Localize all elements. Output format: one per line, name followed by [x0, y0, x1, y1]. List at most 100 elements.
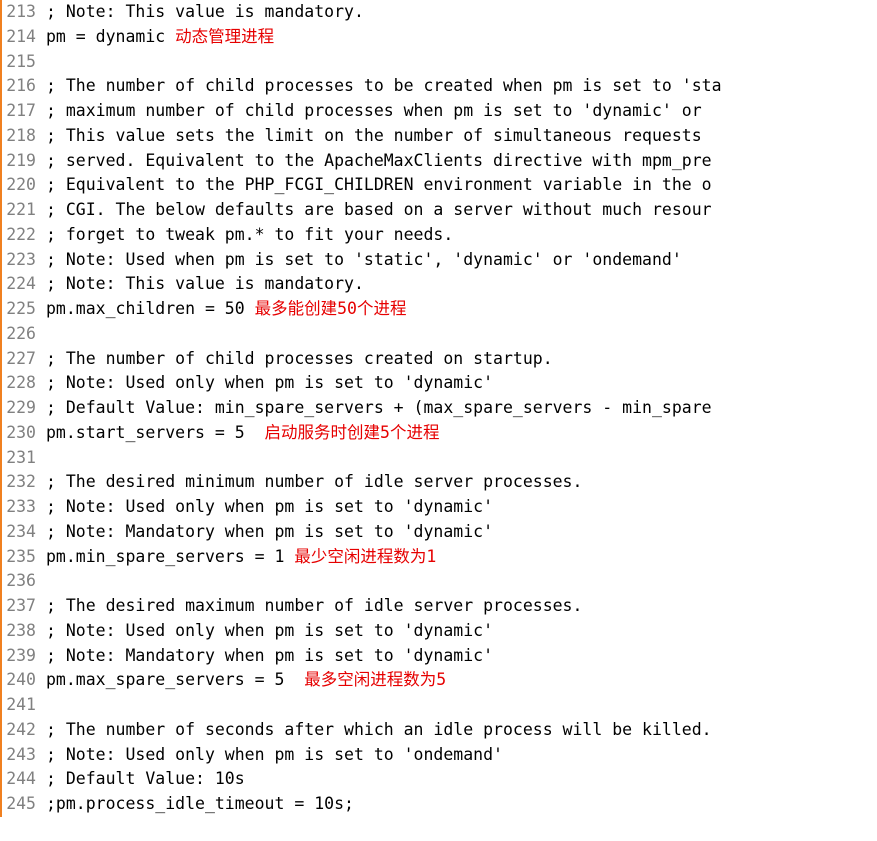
line-number: 224	[4, 272, 46, 297]
code-text: ; Note: Used only when pm is set to 'dyn…	[46, 621, 493, 640]
line-number: 215	[4, 50, 46, 75]
code-block: 213; Note: This value is mandatory.214pm…	[0, 0, 877, 817]
line-number: 243	[4, 743, 46, 768]
line-content: ; maximum number of child processes when…	[46, 99, 722, 124]
line-number: 221	[4, 198, 46, 223]
code-line: 234; Note: Mandatory when pm is set to '…	[4, 520, 722, 545]
line-content: ; The desired minimum number of idle ser…	[46, 470, 722, 495]
line-number: 220	[4, 173, 46, 198]
line-content: ; Note: Mandatory when pm is set to 'dyn…	[46, 644, 722, 669]
line-content: ; This value sets the limit on the numbe…	[46, 124, 722, 149]
line-number: 233	[4, 495, 46, 520]
code-text: ; Note: Mandatory when pm is set to 'dyn…	[46, 522, 493, 541]
code-line: 224; Note: This value is mandatory.	[4, 272, 722, 297]
line-number: 232	[4, 470, 46, 495]
code-text: ;pm.process_idle_timeout = 10s;	[46, 794, 354, 813]
line-number: 242	[4, 718, 46, 743]
line-number: 217	[4, 99, 46, 124]
line-number: 214	[4, 25, 46, 50]
code-line: 244; Default Value: 10s	[4, 767, 722, 792]
code-text: ; The desired minimum number of idle ser…	[46, 472, 582, 491]
line-content: ; Note: Mandatory when pm is set to 'dyn…	[46, 520, 722, 545]
code-line: 225pm.max_children = 50 最多能创建50个进程	[4, 297, 722, 322]
code-line: 237; The desired maximum number of idle …	[4, 594, 722, 619]
annotation: 最少空闲进程数为1	[294, 547, 436, 566]
line-number: 234	[4, 520, 46, 545]
code-text: pm.max_children = 50	[46, 299, 255, 318]
line-content: pm.max_children = 50 最多能创建50个进程	[46, 297, 722, 322]
line-content: ; Default Value: 10s	[46, 767, 722, 792]
code-text: ; Note: Used when pm is set to 'static',…	[46, 250, 682, 269]
annotation: 启动服务时创建5个进程	[265, 423, 440, 442]
code-line: 214pm = dynamic 动态管理进程	[4, 25, 722, 50]
line-content	[46, 693, 722, 718]
code-line: 215	[4, 50, 722, 75]
line-number: 227	[4, 347, 46, 372]
code-text: pm.start_servers = 5	[46, 423, 265, 442]
line-content: ; Note: Used when pm is set to 'static',…	[46, 248, 722, 273]
line-number: 226	[4, 322, 46, 347]
code-line: 240pm.max_spare_servers = 5 最多空闲进程数为5	[4, 668, 722, 693]
code-text: ; Default Value: min_spare_servers + (ma…	[46, 398, 712, 417]
code-text: ; The number of child processes created …	[46, 349, 553, 368]
code-line: 239; Note: Mandatory when pm is set to '…	[4, 644, 722, 669]
code-text: ; Equivalent to the PHP_FCGI_CHILDREN en…	[46, 175, 712, 194]
code-line: 217; maximum number of child processes w…	[4, 99, 722, 124]
code-line: 219; served. Equivalent to the ApacheMax…	[4, 149, 722, 174]
line-number: 239	[4, 644, 46, 669]
line-number: 238	[4, 619, 46, 644]
line-content: ; Note: Used only when pm is set to 'dyn…	[46, 619, 722, 644]
annotation: 最多能创建50个进程	[255, 299, 407, 318]
line-number: 237	[4, 594, 46, 619]
code-text: ; Note: This value is mandatory.	[46, 2, 364, 21]
code-text: ; The number of seconds after which an i…	[46, 720, 712, 739]
code-line: 216; The number of child processes to be…	[4, 74, 722, 99]
code-line: 245;pm.process_idle_timeout = 10s;	[4, 792, 722, 817]
line-content: ; The number of seconds after which an i…	[46, 718, 722, 743]
code-text: ; served. Equivalent to the ApacheMaxCli…	[46, 151, 712, 170]
line-content: ; Note: This value is mandatory.	[46, 272, 722, 297]
code-text: ; Note: Used only when pm is set to 'ond…	[46, 745, 503, 764]
line-number: 228	[4, 371, 46, 396]
line-content: pm = dynamic 动态管理进程	[46, 25, 722, 50]
line-content	[46, 50, 722, 75]
line-number: 244	[4, 767, 46, 792]
code-line: 223; Note: Used when pm is set to 'stati…	[4, 248, 722, 273]
code-line: 222; forget to tweak pm.* to fit your ne…	[4, 223, 722, 248]
code-line: 213; Note: This value is mandatory.	[4, 0, 722, 25]
code-line: 221; CGI. The below defaults are based o…	[4, 198, 722, 223]
code-line: 235pm.min_spare_servers = 1 最少空闲进程数为1	[4, 545, 722, 570]
code-line: 218; This value sets the limit on the nu…	[4, 124, 722, 149]
code-line: 242; The number of seconds after which a…	[4, 718, 722, 743]
code-text: ; forget to tweak pm.* to fit your needs…	[46, 225, 453, 244]
code-text: ; CGI. The below defaults are based on a…	[46, 200, 712, 219]
code-line: 241	[4, 693, 722, 718]
line-number: 222	[4, 223, 46, 248]
line-number: 230	[4, 421, 46, 446]
line-content: ; Equivalent to the PHP_FCGI_CHILDREN en…	[46, 173, 722, 198]
line-number: 241	[4, 693, 46, 718]
code-line: 227; The number of child processes creat…	[4, 347, 722, 372]
code-line: 228; Note: Used only when pm is set to '…	[4, 371, 722, 396]
code-text: ; This value sets the limit on the numbe…	[46, 126, 712, 145]
annotation: 动态管理进程	[175, 27, 274, 46]
code-line: 229; Default Value: min_spare_servers + …	[4, 396, 722, 421]
annotation: 最多空闲进程数为5	[304, 670, 446, 689]
code-text: pm.max_spare_servers = 5	[46, 670, 304, 689]
line-content: ; The number of child processes created …	[46, 347, 722, 372]
code-text: ; Note: This value is mandatory.	[46, 274, 364, 293]
line-content	[46, 322, 722, 347]
line-number: 245	[4, 792, 46, 817]
line-content: ; CGI. The below defaults are based on a…	[46, 198, 722, 223]
code-text: ; Note: Mandatory when pm is set to 'dyn…	[46, 646, 493, 665]
code-line: 236	[4, 569, 722, 594]
code-text: pm = dynamic	[46, 27, 175, 46]
code-line: 243; Note: Used only when pm is set to '…	[4, 743, 722, 768]
code-text: pm.min_spare_servers = 1	[46, 547, 294, 566]
line-content: pm.start_servers = 5 启动服务时创建5个进程	[46, 421, 722, 446]
code-line: 238; Note: Used only when pm is set to '…	[4, 619, 722, 644]
line-number: 235	[4, 545, 46, 570]
code-text: ; maximum number of child processes when…	[46, 101, 712, 120]
line-content: ; Note: Used only when pm is set to 'dyn…	[46, 495, 722, 520]
line-content: ;pm.process_idle_timeout = 10s;	[46, 792, 722, 817]
